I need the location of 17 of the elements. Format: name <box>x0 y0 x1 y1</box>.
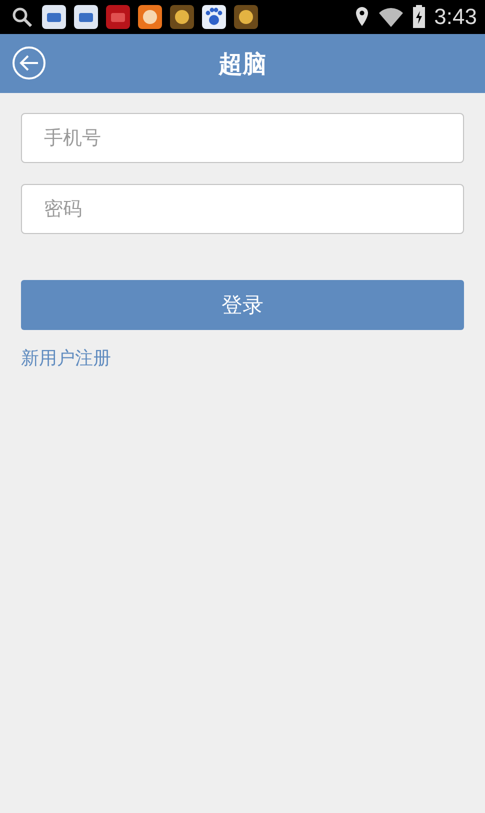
app-icon <box>170 5 194 29</box>
input-field[interactable]: 手机号 <box>21 113 464 163</box>
app-icon <box>234 5 258 29</box>
app-icon <box>74 5 98 29</box>
page-title: 超脑 <box>218 48 266 80</box>
back-button[interactable] <box>12 46 46 80</box>
clock-time: 3:43 <box>434 4 477 30</box>
app-icon <box>138 5 162 29</box>
app-icon <box>106 5 130 29</box>
login-button[interactable]: 登录 <box>21 280 464 330</box>
register-link[interactable]: 新用户注册 <box>21 346 111 370</box>
app-icon <box>42 5 66 29</box>
battery-icon <box>412 5 426 29</box>
search-icon <box>10 5 34 29</box>
app-icon <box>202 5 226 29</box>
input-field[interactable]: 密码 <box>21 184 464 234</box>
wifi-icon <box>378 7 404 27</box>
